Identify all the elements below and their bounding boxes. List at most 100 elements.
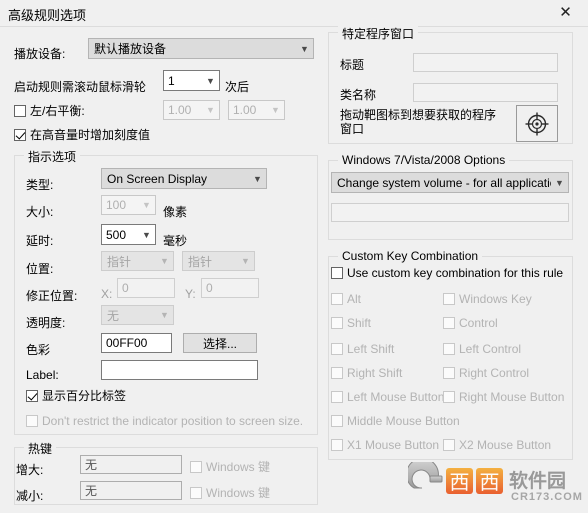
chevron-down-icon: ▼ — [160, 310, 169, 320]
checkbox-box — [331, 293, 343, 305]
indicator-delay-combo[interactable]: 500 ▼ — [101, 224, 156, 245]
checkbox-box — [443, 317, 455, 329]
crosshair-target-icon[interactable] — [516, 105, 558, 142]
custom-key-group: Custom Key Combination — [328, 249, 573, 460]
key-checkbox-x2-mouse-button[interactable]: X2 Mouse Button — [443, 438, 551, 452]
hotkey-down-windows-checkbox[interactable]: Windows 键 — [190, 484, 270, 501]
hotkey-up-input[interactable]: 无 — [80, 455, 182, 474]
indicator-options-caption: 指示选项 — [24, 148, 81, 165]
watermark-brand-3: 软件园 — [509, 469, 566, 492]
checkbox-box — [331, 391, 343, 403]
window-class-label: 类名称 — [340, 88, 377, 102]
balance-checkbox[interactable]: 左/右平衡: — [14, 102, 85, 119]
indicator-text-input[interactable] — [101, 360, 258, 380]
choose-color-button[interactable]: 选择... — [183, 333, 257, 353]
window-class-input[interactable] — [413, 83, 558, 102]
balance-right-combo[interactable]: 1.00 ▼ — [228, 100, 285, 120]
balance-left-combo[interactable]: 1.00 ▼ — [163, 100, 220, 120]
indicator-offset-label: 修正位置: — [26, 289, 78, 303]
checkbox-box — [331, 367, 343, 379]
key-label-windows-key: Windows Key — [459, 292, 532, 306]
key-checkbox-windows-key[interactable]: Windows Key — [443, 292, 532, 306]
indicator-delay-suffix: 毫秒 — [163, 234, 188, 248]
chevron-down-icon: ▼ — [206, 105, 215, 115]
key-checkbox-left-shift[interactable]: Left Shift — [331, 342, 394, 356]
chevron-down-icon: ▼ — [206, 75, 215, 86]
indicator-color-label: 色彩 — [26, 343, 51, 357]
checkbox-box — [331, 439, 343, 451]
checkbox-box — [26, 415, 38, 427]
drag-target-hint-line2: 窗口 — [340, 122, 365, 136]
indicator-type-combo[interactable]: On Screen Display ▼ — [101, 168, 267, 189]
windows-options-caption: Windows 7/Vista/2008 Options — [338, 153, 510, 167]
indicator-color-input[interactable]: 00FF00 — [101, 333, 172, 353]
indicator-transparency-combo[interactable]: 无 ▼ — [101, 305, 174, 325]
playback-device-value: 默认播放设备 — [94, 42, 167, 56]
indicator-delay-value: 500 — [106, 227, 127, 242]
indicator-size-suffix: 像素 — [163, 205, 188, 219]
chevron-down-icon: ▼ — [160, 256, 169, 266]
key-label-alt: Alt — [347, 292, 362, 306]
checkbox-box — [443, 391, 455, 403]
offset-x-input[interactable]: 0 — [117, 278, 175, 298]
key-checkbox-right-control[interactable]: Right Control — [443, 366, 529, 380]
key-label-x2-mouse-button: X2 Mouse Button — [459, 438, 552, 452]
balance-label: 左/右平衡: — [30, 104, 85, 118]
key-checkbox-right-mouse-button[interactable]: Right Mouse Button — [443, 390, 564, 404]
playback-device-combo[interactable]: 默认播放设备 ▼ — [88, 38, 314, 59]
indicator-size-label: 大小: — [26, 205, 54, 219]
show-percent-checkbox[interactable]: 显示百分比标签 — [26, 387, 126, 404]
checkbox-box — [443, 293, 455, 305]
specific-window-caption: 特定程序窗口 — [338, 25, 419, 42]
scroll-count-combo[interactable]: 1 ▼ — [163, 70, 220, 91]
indicator-transparency-value: 无 — [107, 308, 120, 323]
use-custom-key-checkbox[interactable]: Use custom key combination for this rule — [331, 266, 563, 280]
key-checkbox-left-mouse-button[interactable]: Left Mouse Button — [331, 390, 444, 404]
checkbox-box — [190, 460, 202, 473]
key-checkbox-left-control[interactable]: Left Control — [443, 342, 521, 356]
high-volume-step-checkbox[interactable]: 在高音量时增加刻度值 — [14, 126, 150, 143]
key-checkbox-control[interactable]: Control — [443, 316, 498, 330]
close-icon[interactable]: ✕ — [543, 0, 588, 25]
title-bar: 高级规则选项 ✕ — [0, 0, 588, 27]
key-label-shift: Shift — [347, 316, 372, 330]
key-checkbox-x1-mouse-button[interactable]: X1 Mouse Button — [331, 438, 439, 452]
hotkey-down-label: 减小: — [16, 489, 44, 503]
offset-y-input[interactable]: 0 — [201, 278, 259, 298]
chevron-down-icon: ▼ — [253, 173, 262, 184]
no-restrict-position-checkbox[interactable]: Don't restrict the indicator position to… — [26, 414, 303, 428]
indicator-position-combo-1[interactable]: 指针 ▼ — [101, 251, 174, 271]
key-checkbox-middle-mouse-button[interactable]: Middle Mouse Button — [331, 414, 460, 428]
key-checkbox-alt[interactable]: Alt — [331, 292, 361, 306]
window-title-input[interactable] — [413, 53, 558, 72]
custom-key-caption: Custom Key Combination — [338, 249, 483, 263]
indicator-size-combo[interactable]: 100 ▼ — [101, 195, 156, 215]
hotkey-up-windows-checkbox[interactable]: Windows 键 — [190, 458, 270, 475]
checkbox-box — [14, 104, 26, 117]
use-custom-key-label: Use custom key combination for this rule — [347, 266, 564, 280]
watermark-url: CR173.COM — [511, 491, 583, 503]
high-volume-step-label: 在高音量时增加刻度值 — [30, 128, 151, 142]
volume-mode-combo[interactable]: Change system volume - for all applicati… — [331, 172, 569, 193]
indicator-position-combo-2[interactable]: 指针 ▼ — [182, 251, 255, 271]
key-label-x1-mouse-button: X1 Mouse Button — [347, 438, 440, 452]
key-checkbox-right-shift[interactable]: Right Shift — [331, 366, 402, 380]
checkbox-box — [331, 415, 343, 427]
checkbox-box — [190, 486, 202, 499]
chevron-down-icon: ▼ — [142, 200, 151, 210]
key-label-right-mouse-button: Right Mouse Button — [459, 390, 565, 404]
indicator-type-label: 类型: — [26, 178, 54, 192]
volume-mode-extra-input[interactable] — [331, 203, 569, 222]
key-label-left-shift: Left Shift — [347, 342, 395, 356]
balance-left-value: 1.00 — [168, 103, 192, 117]
key-label-left-control: Left Control — [459, 342, 522, 356]
indicator-text-label: Label: — [26, 368, 59, 382]
chevron-down-icon: ▼ — [241, 256, 250, 266]
key-checkbox-shift[interactable]: Shift — [331, 316, 371, 330]
drag-target-hint: 拖动靶图标到想要获取的程序 窗口 — [340, 108, 510, 136]
offset-x-label: X: — [101, 287, 113, 301]
hotkey-down-input[interactable]: 无 — [80, 481, 182, 500]
indicator-transparency-label: 透明度: — [26, 316, 66, 330]
checkbox-box — [331, 343, 343, 355]
chevron-down-icon: ▼ — [555, 177, 564, 188]
